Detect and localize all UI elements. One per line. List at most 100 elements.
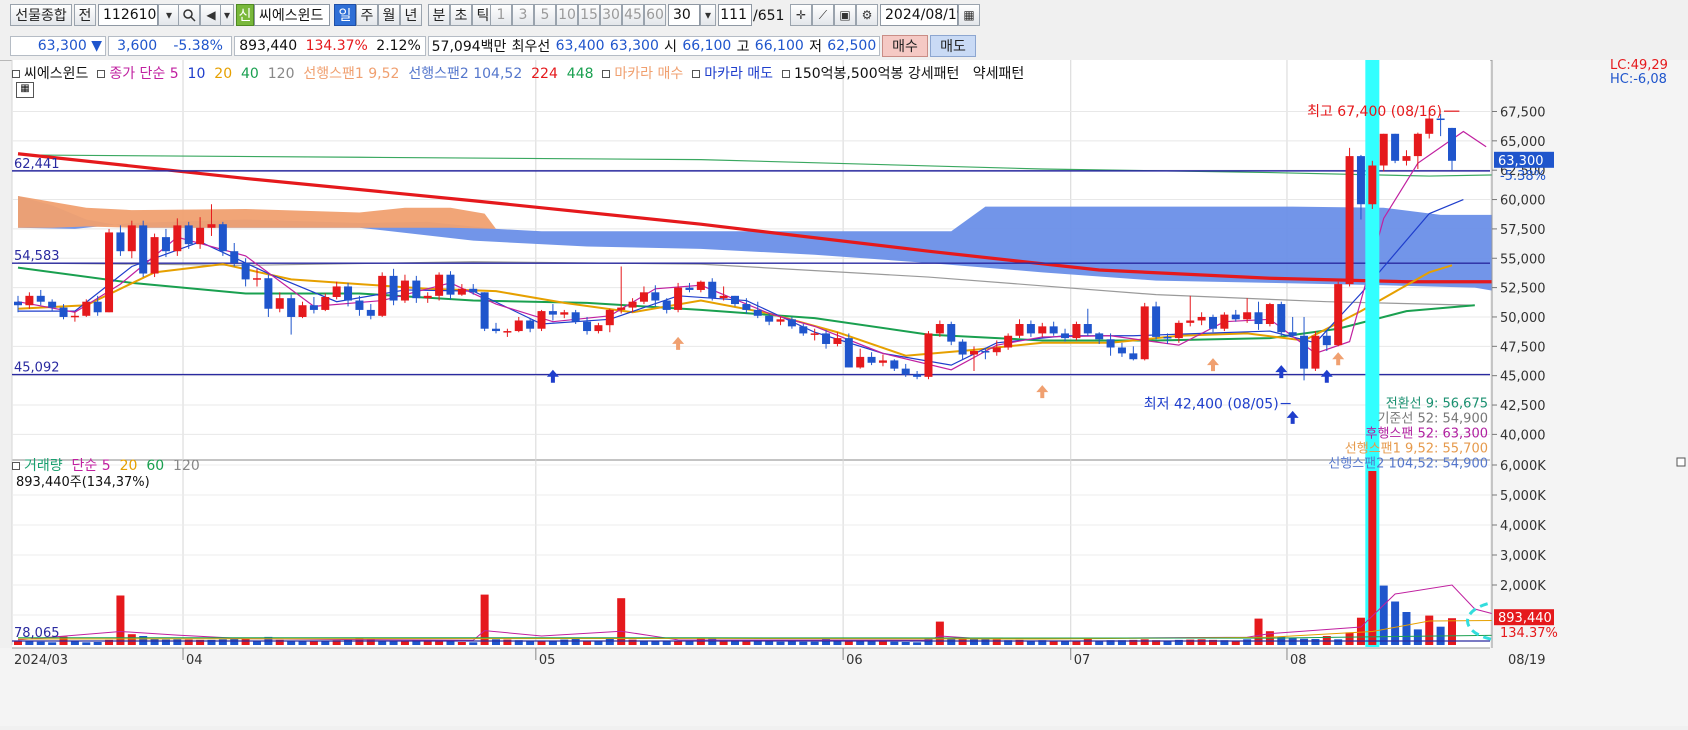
interval-button[interactable]: 60	[644, 4, 666, 26]
candle-body	[196, 227, 205, 245]
legend-toggle-icon[interactable]	[692, 70, 701, 78]
legend-span2[interactable]: 선행스팬2 104,52	[408, 66, 522, 82]
volume-bar	[344, 639, 353, 645]
legend-ma40[interactable]: 40	[241, 66, 259, 82]
volume-bar	[241, 639, 250, 645]
volume-bar	[70, 641, 79, 645]
candle-body	[435, 274, 444, 296]
screen-title-button[interactable]: 선물종합	[10, 4, 72, 26]
period-button[interactable]: 일	[334, 4, 356, 26]
date-input[interactable]: 2024/08/19	[880, 4, 966, 26]
interval-button[interactable]: 5	[534, 4, 556, 26]
legend-span1[interactable]: 선행스팬1 9,52	[303, 66, 399, 82]
candle-body	[628, 301, 637, 308]
legend-weak[interactable]: 약세패턴	[973, 66, 1025, 82]
candle-body	[344, 286, 353, 301]
volume-bar	[685, 641, 694, 645]
legend-ma448[interactable]: 448	[567, 66, 594, 82]
interval-button[interactable]: 1	[490, 4, 512, 26]
legend-toggle-icon[interactable]	[781, 70, 790, 78]
candle-body	[526, 320, 535, 329]
main-toolbar: 선물종합 전 112610 ▾ ◀ ▾ 신 씨에스윈드 일주월년분초틱 1351…	[0, 0, 1688, 33]
period-button[interactable]: 월	[378, 4, 400, 26]
search-icon[interactable]	[178, 4, 200, 26]
calendar-icon[interactable]: ▦	[958, 4, 980, 26]
code-input[interactable]: 112610	[98, 4, 158, 26]
price-volume-chart[interactable]: 62,441 54,583 45,092 78,065 최고 67,400 (08/16…	[0, 60, 1688, 726]
page-position-input[interactable]: 111	[718, 4, 752, 26]
legend-ma120[interactable]: 120	[268, 66, 295, 82]
candle-body	[708, 281, 717, 299]
legend-patterns[interactable]: 150억봉,500억봉 강세패턴	[794, 66, 959, 82]
legend-toggle-icon[interactable]	[12, 70, 20, 78]
candle-body	[1004, 335, 1013, 348]
date-axis-label: 04	[186, 653, 203, 668]
interval-input[interactable]: 30	[668, 4, 700, 26]
legend-stock[interactable]: 씨에스윈드	[24, 66, 88, 82]
volume-bar	[400, 641, 409, 645]
trendline-icon[interactable]: ⟋	[812, 4, 834, 26]
legend-toggle-icon[interactable]	[97, 70, 106, 78]
period-button[interactable]: 주	[356, 4, 378, 26]
candle-body	[150, 237, 159, 274]
interval-button[interactable]: 10	[556, 4, 578, 26]
speaker-icon[interactable]: ◀	[200, 4, 222, 26]
candle-body	[423, 295, 432, 299]
speaker-dropdown-icon[interactable]: ▾	[220, 4, 234, 26]
price-axis-label: 50,000	[1500, 311, 1546, 326]
candle-body	[70, 315, 79, 318]
legend-makara-sell[interactable]: 마카라 매도	[704, 66, 773, 82]
date-axis-label: 08	[1290, 653, 1307, 668]
gear-icon[interactable]: ⚙	[856, 4, 878, 26]
candle-body	[1345, 156, 1354, 285]
interval-button[interactable]: 30	[600, 4, 622, 26]
stock-name-field[interactable]: 씨에스윈드	[254, 4, 330, 26]
new-badge[interactable]: 신	[236, 4, 254, 26]
volume-bar	[867, 641, 876, 645]
interval-dropdown-icon[interactable]: ▾	[700, 4, 716, 26]
volume-bar	[469, 642, 478, 645]
candle-body	[1186, 320, 1195, 323]
change-pct: -5.38%	[173, 38, 223, 54]
prev-button[interactable]: 전	[74, 4, 96, 26]
legend-ma5[interactable]: 종가 단순 5	[109, 66, 178, 82]
current-price: 63,300 ▼	[10, 36, 106, 56]
volume-value: 893,440	[239, 38, 298, 54]
buy-button[interactable]: 매수	[882, 35, 928, 57]
crosshair-icon[interactable]: ✛	[790, 4, 812, 26]
sell-button[interactable]: 매도	[930, 35, 976, 57]
candle-body	[1231, 314, 1240, 320]
chart-panel[interactable]: 62,441 54,583 45,092 78,065 최고 67,400 (08/16…	[0, 58, 1688, 726]
ichimoku-value: 후행스팬 52: 63,300	[1365, 426, 1488, 442]
grid-table-icon[interactable]: ▦	[16, 82, 34, 98]
legend-toggle-icon[interactable]	[602, 70, 611, 78]
period-button[interactable]: 년	[400, 4, 422, 26]
interval-button[interactable]: 45	[622, 4, 644, 26]
candle-body	[378, 275, 387, 316]
legend-toggle-icon[interactable]	[12, 462, 20, 470]
legend-makara-buy[interactable]: 마카라 매수	[614, 66, 683, 82]
quote-bar: 63,300 ▼ 3,600 -5.38% 893,440 134.37% 2.12%…	[0, 32, 1688, 61]
legend-ma224[interactable]: 224	[531, 66, 558, 82]
date-axis-bg	[0, 648, 1688, 726]
ichimoku-value: 전환선 9: 56,675	[1386, 397, 1488, 412]
legend-ma20[interactable]: 20	[214, 66, 232, 82]
period-button[interactable]: 분	[428, 4, 450, 26]
candle-body	[992, 347, 1001, 353]
volume-bar	[48, 642, 57, 645]
candle-body	[674, 287, 683, 310]
period-button[interactable]: 초	[450, 4, 472, 26]
price-axis-label: 47,500	[1500, 340, 1546, 355]
candle-body	[264, 278, 273, 309]
candle-body	[947, 324, 956, 342]
save-icon[interactable]: ▣	[834, 4, 856, 26]
interval-button[interactable]: 15	[578, 4, 600, 26]
candle-body	[1106, 339, 1115, 348]
candle-body	[810, 333, 819, 335]
volume-bar	[810, 641, 819, 645]
legend-vol-ma120[interactable]: 120	[173, 458, 200, 474]
code-dropdown-icon[interactable]: ▾	[158, 4, 180, 26]
interval-button[interactable]: 3	[512, 4, 534, 26]
candle-body	[1061, 333, 1070, 339]
legend-ma10[interactable]: 10	[188, 66, 206, 82]
